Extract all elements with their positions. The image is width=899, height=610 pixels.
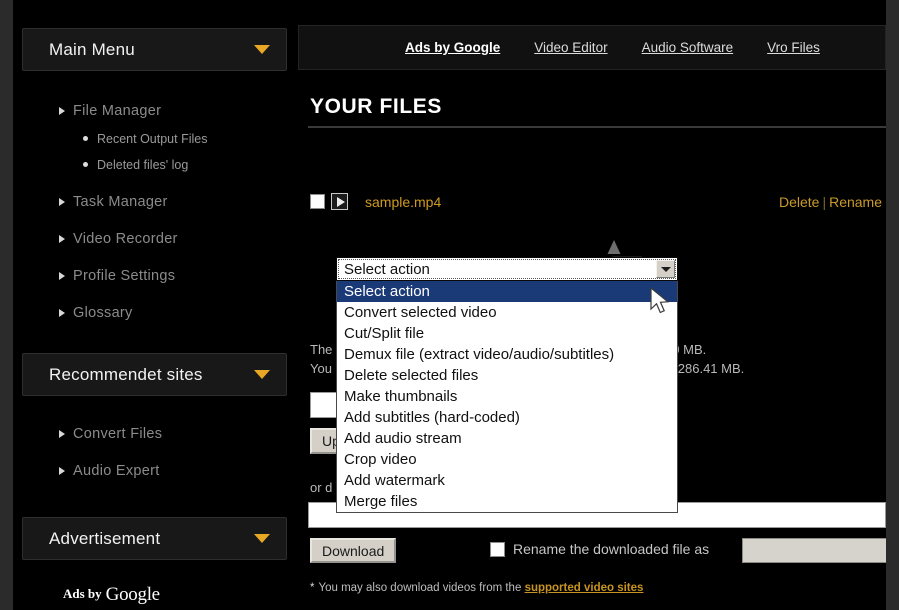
select-option[interactable]: Delete selected files <box>337 365 677 386</box>
chevron-right-icon <box>59 429 65 438</box>
rename-downloaded-input[interactable] <box>742 538 890 563</box>
sidebar-item-glossary[interactable]: Glossary <box>13 297 296 328</box>
select-action-value: Select action <box>344 260 430 278</box>
nav-link-audio-software[interactable]: Audio Software <box>642 40 734 55</box>
bullet-icon <box>83 162 88 167</box>
select-option[interactable]: Cut/Split file <box>337 323 677 344</box>
ads-top-navigation: Ads by Google Video Editor Audio Softwar… <box>298 25 886 70</box>
bullet-icon <box>83 136 88 141</box>
select-option[interactable]: Add audio stream <box>337 428 677 449</box>
sidebar-item-label: Profile Settings <box>73 267 176 284</box>
download-button[interactable]: Download <box>310 538 397 563</box>
nav-link-vro-files[interactable]: Vro Files <box>767 40 820 55</box>
caret-down-icon <box>254 45 270 54</box>
chevron-right-icon <box>59 466 65 475</box>
download-row: Download Rename the downloaded file as <box>310 538 890 566</box>
sidebar-item-label: Audio Expert <box>73 462 160 479</box>
sidebar-item-task-manager[interactable]: Task Manager <box>13 186 296 217</box>
select-option[interactable]: Merge files <box>337 491 677 512</box>
chevron-right-icon <box>59 271 65 280</box>
rename-downloaded-label: Rename the downloaded file as <box>513 541 710 557</box>
sidebar-panel-title: Advertisement <box>49 528 161 548</box>
sidebar-subitem-label: Deleted files' log <box>97 158 189 172</box>
sidebar-item-video-recorder[interactable]: Video Recorder <box>13 223 296 254</box>
window-frame-left <box>0 0 13 610</box>
file-select-checkbox[interactable] <box>310 194 325 209</box>
select-option[interactable]: Demux file (extract video/audio/subtitle… <box>337 344 677 365</box>
sidebar-recommended-list: Convert Files Audio Expert <box>13 418 296 486</box>
chevron-right-icon <box>59 106 65 115</box>
sidebar-item-profile-settings[interactable]: Profile Settings <box>13 260 296 291</box>
sidebar-item-label: Convert Files <box>73 425 163 442</box>
sidebar-panel-recommended-sites[interactable]: Recommendet sites <box>22 353 287 396</box>
chevron-right-icon <box>59 197 65 206</box>
sidebar-panel-title: Main Menu <box>49 39 135 59</box>
chevron-right-icon <box>59 234 65 243</box>
select-option[interactable]: Add subtitles (hard-coded) <box>337 407 677 428</box>
supported-video-sites-link[interactable]: supported video sites <box>525 582 644 594</box>
select-option[interactable]: Crop video <box>337 449 677 470</box>
info-line-1-left: The <box>310 342 333 357</box>
window-frame-right <box>886 0 899 610</box>
sidebar-item-label: Task Manager <box>73 193 168 210</box>
sidebar-item-deleted-files-log[interactable]: Deleted files' log <box>13 152 296 178</box>
file-actions: Delete | Rename <box>779 194 882 210</box>
select-option[interactable]: Add watermark <box>337 470 677 491</box>
select-option[interactable]: Make thumbnails <box>337 386 677 407</box>
or-drop-label: or d <box>310 480 333 495</box>
sidebar-item-convert-files[interactable]: Convert Files <box>13 418 296 449</box>
page-title: YOUR FILES <box>310 95 443 118</box>
sidebar-item-audio-expert[interactable]: Audio Expert <box>13 455 296 486</box>
file-list-row: sample.mp4 Delete | Rename <box>310 192 886 214</box>
footnote-text: You may also download videos from the <box>318 582 522 594</box>
info-line-2-left: You <box>310 361 332 376</box>
sidebar-item-label: File Manager <box>73 102 162 119</box>
select-option[interactable]: Select action <box>337 281 677 302</box>
select-option[interactable]: Convert selected video <box>337 302 677 323</box>
app-window: Main Menu File Manager Recent Output Fil… <box>0 0 899 610</box>
select-action-closed-field[interactable]: Select action <box>336 257 678 281</box>
delete-link[interactable]: Delete <box>779 194 819 210</box>
sidebar-panel-advertisement[interactable]: Advertisement <box>22 517 287 560</box>
sidebar-subitem-label: Recent Output Files <box>97 132 208 146</box>
sidebar: Main Menu File Manager Recent Output Fil… <box>13 0 296 610</box>
sidebar-panel-main-menu[interactable]: Main Menu <box>22 28 287 71</box>
ads-by-google-logo: Ads by Google <box>63 582 160 605</box>
sidebar-item-recent-output-files[interactable]: Recent Output Files <box>13 126 296 152</box>
play-icon[interactable] <box>331 193 348 210</box>
file-name-label[interactable]: sample.mp4 <box>365 194 441 210</box>
sidebar-main-menu-list: File Manager Recent Output Files Deleted… <box>13 95 296 328</box>
nav-link-ads-by-google[interactable]: Ads by Google <box>405 40 500 55</box>
select-action-dropdown[interactable]: Select action Select action Convert selec… <box>336 257 678 513</box>
ads-by-google-prefix: Ads by <box>63 586 102 601</box>
sidebar-item-label: Glossary <box>73 304 133 321</box>
caret-down-icon <box>254 370 270 379</box>
nav-link-video-editor[interactable]: Video Editor <box>534 40 607 55</box>
sidebar-item-file-manager[interactable]: File Manager <box>13 95 296 126</box>
footnote: * You may also download videos from the s… <box>310 582 643 594</box>
sidebar-panel-title: Recommendet sites <box>49 364 203 384</box>
caret-down-icon <box>254 534 270 543</box>
rename-downloaded-checkbox[interactable] <box>490 542 505 557</box>
select-action-option-list[interactable]: Select action Convert selected video Cut/S… <box>336 281 678 513</box>
ads-by-google-brand: Google <box>105 584 160 605</box>
title-divider <box>308 126 886 128</box>
asterisk-icon: * <box>310 582 315 594</box>
sidebar-item-label: Video Recorder <box>73 230 178 247</box>
chevron-right-icon <box>59 308 65 317</box>
rename-link[interactable]: Rename <box>829 194 882 210</box>
action-separator: | <box>822 194 827 210</box>
chevron-down-icon[interactable] <box>656 260 675 278</box>
